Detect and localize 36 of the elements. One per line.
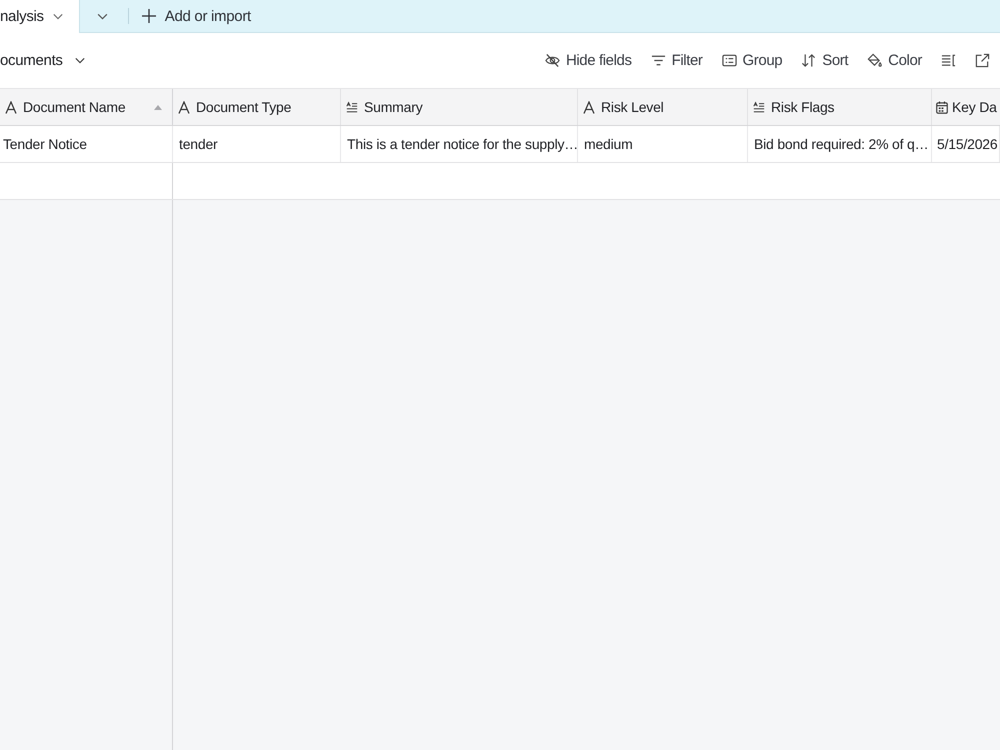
column-header[interactable]: Risk Flags bbox=[748, 89, 932, 125]
plus-icon bbox=[142, 9, 156, 23]
column-header[interactable]: Key Da bbox=[932, 89, 1000, 125]
paint-bucket-icon bbox=[867, 53, 882, 68]
add-or-import-button[interactable]: Add or import bbox=[142, 3, 251, 29]
table-cell: Tender Notice bbox=[0, 126, 173, 162]
table-cell: Bid bond required: 2% of q… bbox=[748, 126, 932, 162]
toolbar-button[interactable]: Color bbox=[863, 46, 926, 74]
letter-a-icon bbox=[583, 100, 595, 114]
table-cell: tender bbox=[173, 126, 341, 162]
eye-slash-icon bbox=[544, 53, 560, 68]
toolbar-button[interactable]: Sort bbox=[797, 46, 852, 74]
column-header[interactable]: Risk Level bbox=[578, 89, 748, 125]
row-height-icon bbox=[941, 53, 956, 68]
letter-a-icon bbox=[178, 100, 190, 114]
toolbar-button[interactable]: Hide fields bbox=[540, 46, 636, 74]
view-switcher[interactable]: ocuments bbox=[0, 46, 85, 76]
long-text-icon bbox=[753, 100, 765, 114]
calendar-icon bbox=[936, 100, 948, 114]
table-cell: This is a tender notice for the supply… bbox=[341, 126, 578, 162]
list-box-icon bbox=[722, 53, 737, 68]
chevron-down-icon bbox=[52, 13, 63, 20]
chevron-down-icon bbox=[97, 12, 108, 20]
table-cell: 5/15/2026 bbox=[932, 126, 1000, 162]
column-header[interactable]: Summary bbox=[341, 89, 578, 125]
column-header[interactable]: Document Type bbox=[173, 89, 341, 125]
column-header[interactable]: Document Name bbox=[0, 89, 173, 125]
toolbar-button[interactable]: Group bbox=[718, 46, 786, 74]
toolbar-button[interactable]: Filter bbox=[646, 46, 707, 74]
letter-a-icon bbox=[5, 100, 17, 114]
external-link-icon bbox=[975, 53, 990, 68]
table-cell: medium bbox=[578, 126, 748, 162]
sort-icon bbox=[801, 53, 816, 68]
chevron-down-icon bbox=[74, 57, 85, 64]
filter-icon bbox=[650, 53, 666, 68]
long-text-icon bbox=[346, 100, 358, 114]
